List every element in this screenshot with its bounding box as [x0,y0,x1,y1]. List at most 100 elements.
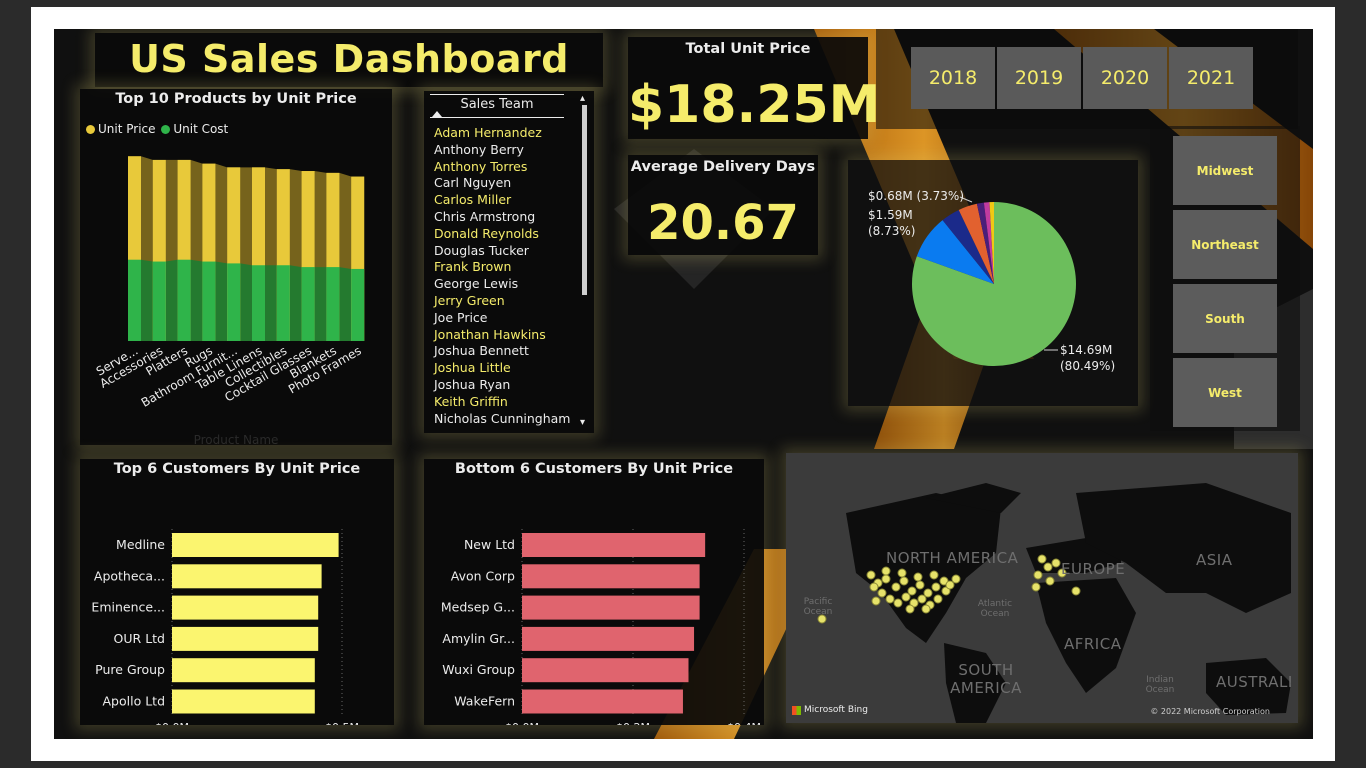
top-customers-chart[interactable]: Top 6 Customers By Unit Price $0.0M$0.5M… [80,459,394,725]
region-button-south[interactable]: South [1173,284,1277,353]
unit-cost-bar [202,261,216,341]
region-pie-chart[interactable]: $0.68M (3.73%) $1.59M (8.73%) $14.69M (8… [848,160,1138,406]
total-unit-price-card[interactable]: Total Unit Price $18.25M [628,37,880,139]
customer-location-dot [915,580,925,590]
sales-team-item[interactable]: Keith Griffin [434,394,584,411]
avg-delivery-value: 20.67 [647,195,799,251]
customer-bar [522,564,700,589]
top-products-xlabel: Product Name [193,433,279,447]
x-tick-label: $0.5M [325,721,359,725]
unit-cost-bar [128,259,141,341]
customer-location-dot [899,576,909,586]
sales-team-item[interactable]: Jerry Green [434,293,584,310]
customer-bar [172,689,315,714]
customer-map[interactable]: NORTH AMERICA EUROPE ASIA AFRICA SOUTH A… [786,453,1298,723]
customer-location-dot [881,574,891,584]
sales-team-item[interactable]: Douglas Tucker [434,243,584,260]
map-provider: Microsoft Bing [804,705,868,715]
bing-logo: Microsoft Bing [792,705,868,715]
sales-team-item[interactable]: Jonathan Hawkins [434,327,584,344]
customer-bar [172,533,339,557]
customer-bar [172,595,319,620]
customer-bar [172,564,322,589]
customer-location-dot [869,582,879,592]
region-button-northeast[interactable]: Northeast [1173,210,1277,279]
sales-team-item[interactable]: Carl Nguyen [434,175,584,192]
map-label-north-america: NORTH AMERICA [886,549,1019,567]
map-label-africa: AFRICA [1064,635,1122,653]
customer-bar [172,626,319,651]
unit-cost-bar [276,265,290,341]
pie-label-2: $1.59M (8.73%) [868,208,916,238]
sales-team-item[interactable]: Carlos Miller [434,192,584,209]
avg-delivery-card[interactable]: Average Delivery Days 20.67 [628,155,818,255]
sales-team-item[interactable]: Donald Reynolds [434,226,584,243]
unit-cost-bar [351,268,365,341]
customer-location-dot [917,594,927,604]
sales-team-item[interactable]: Anthony Torres [434,159,584,176]
unit-cost-bar [252,265,265,341]
customer-bar [172,658,315,683]
customer-location-dot [913,572,923,582]
dashboard-title: US Sales Dashboard [129,37,569,81]
customer-location-dot [1071,586,1081,596]
customer-location-dot [923,588,933,598]
customer-location-dot [1045,576,1055,586]
map-label-south-america: SOUTH AMERICA [950,661,1022,697]
pie-label-3: $14.69M (80.49%) [1060,343,1116,373]
customer-location-dot [905,604,915,614]
sales-team-item[interactable]: Chris Armstrong [434,209,584,226]
report-canvas: US Sales Dashboard Top 10 Products by Un… [54,29,1313,739]
year-button-2019[interactable]: 2019 [997,47,1081,109]
region-button-west[interactable]: West [1173,358,1277,427]
top-products-plot: Serve...AccessoriesPlattersRugsBathroom … [94,156,365,410]
map-label-europe: EUROPE [1061,560,1126,578]
customer-location-dot [921,604,931,614]
total-unit-price-label: Total Unit Price [685,41,811,57]
customer-location-dot [893,598,903,608]
x-tick-label: $0.2M [616,721,650,725]
customer-location-dot [1051,558,1061,568]
top-products-chart[interactable]: Top 10 Products by Unit Price Unit Price… [80,89,392,447]
customer-location-dot [945,580,955,590]
x-tick-label: $0.0M [155,721,189,725]
customer-label: Amylin Gr... [442,631,515,646]
map-label-pacific: Pacific Ocean [803,597,833,617]
customer-label: New Ltd [464,537,515,552]
customer-location-dot [891,582,901,592]
customer-label: Wuxi Group [442,662,515,677]
customer-location-dot [1037,554,1047,564]
microsoft-logo-icon [792,705,801,715]
year-button-2020[interactable]: 2020 [1083,47,1167,109]
sales-team-item[interactable]: Frank Brown [434,259,584,276]
customer-location-dot [1033,570,1043,580]
sales-team-header: Sales Team [430,94,564,112]
sales-team-item[interactable]: Joshua Ryan [434,377,584,394]
customer-location-dot [1043,562,1053,572]
sales-team-item[interactable]: Joshua Bennett [434,343,584,360]
customer-location-dot [877,588,887,598]
sales-team-item[interactable]: Joe Price [434,310,584,327]
bottom-customers-chart[interactable]: Bottom 6 Customers By Unit Price $0.0M$0… [424,459,764,725]
sort-arrow-icon[interactable] [432,111,442,117]
customer-location-dot [885,594,895,604]
customer-location-dot [929,570,939,580]
customer-location-dot [881,566,891,576]
sales-team-item[interactable]: Joshua Little [434,360,584,377]
scroll-up-icon[interactable]: ▴ [580,93,585,104]
bottom-customers-plot: $0.0M $0.2M $0.4M New Ltd Avon Corp Medsep G.… [441,529,761,725]
year-button-2021[interactable]: 2021 [1169,47,1253,109]
customer-location-dot [931,582,941,592]
x-tick-label: $0.4M [727,721,761,725]
sales-team-item[interactable]: Nicholas Cunningham [434,411,584,428]
sales-team-list: Adam Hernandez Anthony Berry Anthony Torre… [434,125,584,427]
customer-label: Medsep G... [441,600,515,615]
customer-label: Medline [116,537,165,552]
sales-team-item[interactable]: George Lewis [434,276,584,293]
sales-team-item[interactable]: Adam Hernandez [434,125,584,142]
sales-team-item[interactable]: Anthony Berry [434,142,584,159]
year-button-2018[interactable]: 2018 [911,47,995,109]
pie-label-1: $0.68M (3.73%) [868,189,965,203]
map-label-indian: Indian Ocean [1145,675,1175,695]
region-button-midwest[interactable]: Midwest [1173,136,1277,205]
